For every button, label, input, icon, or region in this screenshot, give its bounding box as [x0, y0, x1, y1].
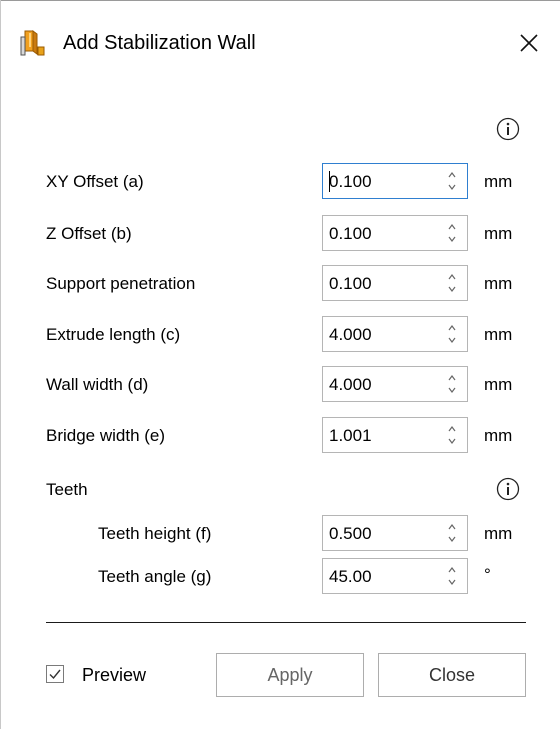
window-title: Add Stabilization Wall — [63, 32, 256, 54]
wall-support-icon — [20, 30, 45, 56]
z-offset-input[interactable]: 0.100 — [322, 215, 468, 251]
spinner-arrows-icon[interactable] — [447, 170, 457, 192]
teeth-angle-label: Teeth angle (g) — [98, 567, 212, 586]
teeth-section-label: Teeth — [46, 480, 88, 499]
unit-label: mm — [484, 325, 513, 344]
field-row-extrude-length: Extrude length (c) 4.000 mm — [0, 316, 560, 354]
wall-width-label: Wall width (d) — [46, 375, 149, 394]
unit-label: mm — [484, 224, 513, 243]
unit-label: mm — [484, 426, 513, 445]
field-row-z-offset: Z Offset (b) 0.100 mm — [0, 215, 560, 253]
title-bar: Add Stabilization Wall — [0, 0, 560, 86]
window-left-border — [0, 0, 1, 729]
teeth-height-value: 0.500 — [329, 524, 372, 543]
bridge-width-label: Bridge width (e) — [46, 426, 166, 445]
unit-label: mm — [484, 274, 513, 293]
field-row-xy-offset: XY Offset (a) 0.100 mm — [0, 163, 560, 201]
spinner-arrows-icon[interactable] — [447, 323, 457, 345]
preview-label[interactable]: Preview — [82, 665, 146, 685]
teeth-section-header: Teeth — [0, 471, 560, 509]
spinner-arrows-icon[interactable] — [447, 424, 457, 446]
z-offset-value: 0.100 — [329, 224, 372, 243]
close-icon[interactable] — [516, 30, 542, 56]
field-row-teeth-height: Teeth height (f) 0.500 mm — [0, 515, 560, 553]
teeth-angle-input[interactable]: 45.00 — [322, 558, 468, 594]
unit-label: mm — [484, 375, 513, 394]
field-row-support-penetration: Support penetration 0.100 mm — [0, 265, 560, 303]
xy-offset-value: 0.100 — [329, 172, 372, 191]
bridge-width-input[interactable]: 1.001 — [322, 417, 468, 453]
apply-button[interactable]: Apply — [216, 653, 364, 697]
unit-label: mm — [484, 524, 513, 543]
spinner-arrows-icon[interactable] — [447, 272, 457, 294]
extrude-length-label: Extrude length (c) — [46, 325, 181, 344]
wall-width-input[interactable]: 4.000 — [322, 366, 468, 402]
unit-label: mm — [484, 172, 513, 191]
spinner-arrows-icon[interactable] — [447, 222, 457, 244]
support-penetration-input[interactable]: 0.100 — [322, 265, 468, 301]
field-row-wall-width: Wall width (d) 4.000 mm — [0, 366, 560, 404]
bridge-width-value: 1.001 — [329, 426, 372, 445]
field-row-teeth-angle: Teeth angle (g) 45.00 ° — [0, 558, 560, 596]
preview-checkbox[interactable] — [46, 665, 64, 683]
teeth-angle-value: 45.00 — [329, 567, 372, 586]
text-caret — [329, 171, 330, 192]
support-penetration-label: Support penetration — [46, 274, 196, 293]
teeth-height-label: Teeth height (f) — [98, 524, 212, 543]
xy-offset-input[interactable]: 0.100 — [322, 163, 468, 199]
footer-separator — [46, 622, 526, 623]
info-icon[interactable] — [496, 477, 520, 501]
teeth-height-input[interactable]: 0.500 — [322, 515, 468, 551]
spinner-arrows-icon[interactable] — [447, 373, 457, 395]
unit-label: ° — [484, 565, 491, 584]
wall-width-value: 4.000 — [329, 375, 372, 394]
close-button[interactable]: Close — [378, 653, 526, 697]
extrude-length-input[interactable]: 4.000 — [322, 316, 468, 352]
checkmark-icon — [49, 669, 61, 680]
xy-offset-label: XY Offset (a) — [46, 172, 144, 191]
support-penetration-value: 0.100 — [329, 274, 372, 293]
field-row-bridge-width: Bridge width (e) 1.001 mm — [0, 417, 560, 455]
extrude-length-value: 4.000 — [329, 325, 372, 344]
info-icon[interactable] — [496, 117, 520, 141]
z-offset-label: Z Offset (b) — [46, 224, 132, 243]
spinner-arrows-icon[interactable] — [447, 565, 457, 587]
spinner-arrows-icon[interactable] — [447, 522, 457, 544]
